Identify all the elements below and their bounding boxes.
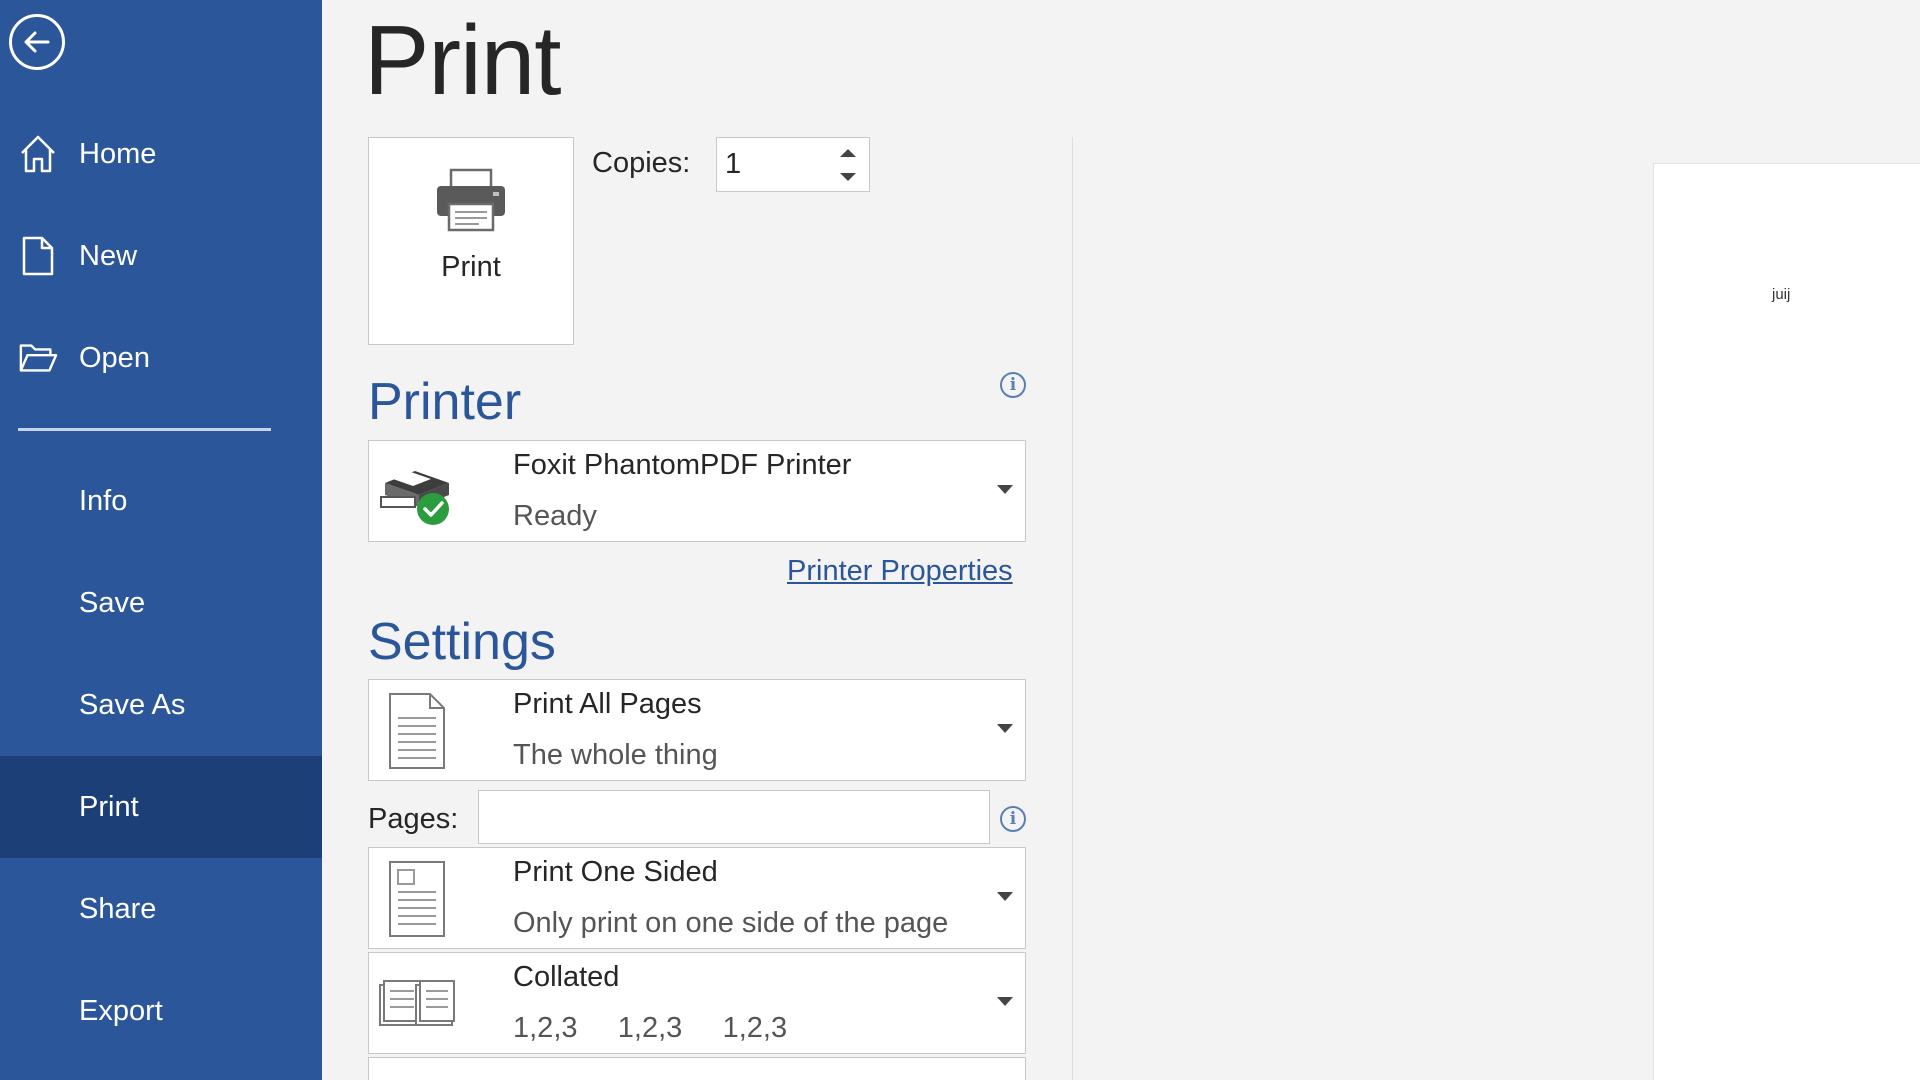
copies-label: Copies: [592, 147, 691, 179]
printer-icon [433, 168, 509, 237]
sides-label: Print One Sided [513, 856, 718, 888]
sidebar-item-label: Save As [79, 688, 186, 721]
sidebar-item-label: Share [79, 892, 157, 925]
print-range-description: The whole thing [513, 739, 718, 771]
sides-dropdown[interactable]: Print One Sided Only print on one side o… [368, 847, 1026, 949]
sidebar-item-open[interactable]: Open [0, 307, 322, 409]
preview-text: juij [1772, 286, 1791, 303]
copies-increment-button[interactable] [835, 142, 861, 164]
sidebar-item-save-as[interactable]: Save As [0, 654, 322, 756]
page-title: Print [364, 5, 562, 115]
sidebar-item-label: New [79, 239, 138, 272]
arrow-left-icon [24, 31, 50, 53]
backstage-sidebar: Home New Open Info Save Save As Print Sh… [0, 0, 322, 1080]
sidebar-item-save[interactable]: Save [0, 552, 322, 654]
sidebar-item-print[interactable]: Print [0, 756, 322, 858]
sidebar-item-label: Open [79, 341, 150, 374]
print-range-label: Print All Pages [513, 688, 702, 720]
folder-icon [18, 336, 58, 380]
home-icon [18, 132, 58, 176]
collation-label: Collated [513, 961, 620, 993]
info-icon[interactable]: i [1000, 372, 1026, 398]
printer-name: Foxit PhantomPDF Printer [513, 449, 852, 481]
printer-status: Ready [513, 500, 597, 532]
chevron-down-icon [997, 892, 1013, 901]
one-sided-icon [377, 856, 457, 942]
print-button[interactable]: Print [368, 137, 574, 345]
sidebar-item-export[interactable]: Export [0, 960, 322, 1062]
printer-properties-link[interactable]: Printer Properties [787, 555, 1013, 588]
sidebar-item-label: Home [79, 137, 157, 170]
document-icon [18, 234, 58, 278]
orientation-dropdown[interactable] [368, 1057, 1026, 1080]
copies-stepper [716, 137, 870, 192]
collation-dropdown[interactable]: Collated 1,2,3 1,2,3 1,2,3 [368, 952, 1026, 1054]
sidebar-item-share[interactable]: Share [0, 858, 322, 960]
chevron-down-icon [997, 485, 1013, 494]
pages-icon [377, 688, 457, 774]
printer-dropdown[interactable]: Foxit PhantomPDF Printer Ready [368, 440, 1026, 542]
info-icon[interactable]: i [1000, 806, 1026, 832]
print-button-label: Print [441, 251, 501, 283]
copies-input[interactable] [717, 138, 829, 191]
sidebar-divider [18, 428, 271, 431]
pages-input[interactable] [478, 790, 990, 844]
chevron-down-icon [997, 724, 1013, 733]
sidebar-item-label: Export [79, 994, 163, 1027]
sidebar-item-label: Save [79, 586, 146, 619]
sidebar-item-info[interactable]: Info [0, 450, 322, 552]
sidebar-item-new[interactable]: New [0, 205, 322, 307]
print-range-dropdown[interactable]: Print All Pages The whole thing [368, 679, 1026, 781]
sides-description: Only print on one side of the page [513, 907, 949, 939]
chevron-up-icon [840, 149, 856, 157]
sidebar-item-label: Print [79, 790, 139, 823]
print-preview-page: juij [1653, 163, 1920, 1080]
printer-section-title: Printer [368, 373, 522, 431]
print-pane: Print Print Copies: Printer i [322, 0, 1920, 1080]
sidebar-item-home[interactable]: Home [0, 103, 322, 205]
collated-icon [377, 961, 457, 1047]
sidebar-item-label: Info [79, 484, 128, 517]
chevron-down-icon [840, 173, 856, 181]
copies-decrement-button[interactable] [835, 166, 861, 188]
collation-description: 1,2,3 1,2,3 1,2,3 [513, 1012, 788, 1044]
printer-ready-icon [377, 449, 457, 535]
chevron-down-icon [997, 997, 1013, 1006]
settings-section-title: Settings [368, 613, 556, 671]
preview-divider [1072, 137, 1073, 1080]
pages-label: Pages: [368, 803, 459, 835]
back-button[interactable] [9, 14, 65, 70]
